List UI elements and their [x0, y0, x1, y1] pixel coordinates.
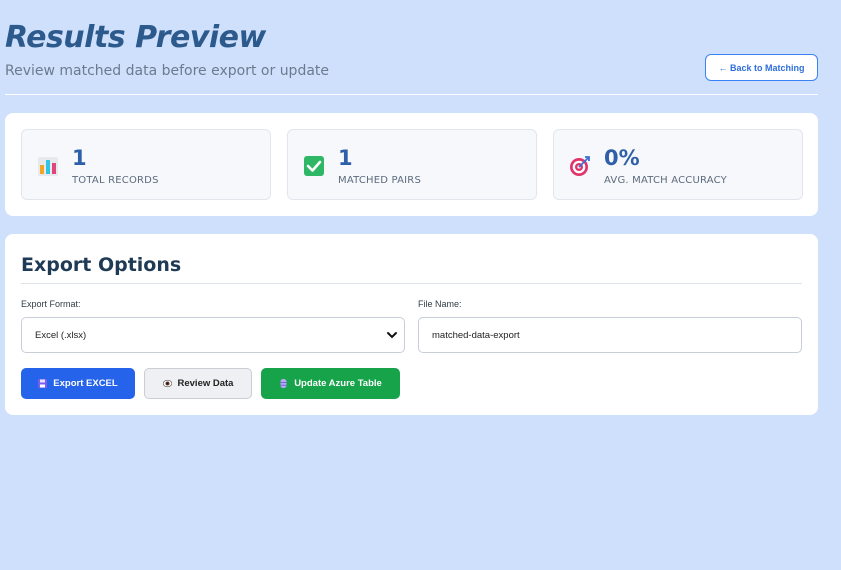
stat-label: MATCHED PAIRS — [338, 175, 421, 186]
stat-avg-match-accuracy: 0% AVG. MATCH ACCURACY — [553, 129, 803, 200]
stat-label: AVG. MATCH ACCURACY — [604, 175, 727, 186]
bar-chart-icon — [38, 157, 58, 176]
back-to-matching-button[interactable]: ← Back to Matching — [705, 54, 818, 81]
stat-value: 1 — [338, 146, 353, 170]
chevron-down-icon — [387, 332, 397, 339]
page-subtitle: Review matched data before export or upd… — [5, 63, 330, 79]
eye-icon — [162, 379, 172, 388]
update-azure-table-label: Update Azure Table — [294, 378, 382, 389]
export-format-select[interactable]: Excel (.xlsx) — [21, 317, 405, 353]
export-excel-button[interactable]: Export EXCEL — [21, 368, 135, 399]
review-data-label: Review Data — [177, 378, 234, 389]
page-title: Results Preview — [5, 20, 266, 55]
stat-value: 1 — [72, 146, 87, 170]
stat-total-records: 1 TOTAL RECORDS — [21, 129, 271, 200]
update-azure-table-button[interactable]: Update Azure Table — [261, 368, 400, 399]
stat-value: 0% — [604, 146, 640, 170]
check-box-icon — [304, 156, 324, 176]
review-data-button[interactable]: Review Data — [144, 368, 252, 399]
stat-matched-pairs: 1 MATCHED PAIRS — [287, 129, 537, 200]
stats-panel: 1 TOTAL RECORDS 1 MATCHED PAIRS 0% AVG. … — [5, 113, 818, 216]
file-name-value: matched-data-export — [432, 329, 520, 341]
header-divider — [5, 94, 818, 95]
stat-label: TOTAL RECORDS — [72, 175, 159, 186]
export-divider — [21, 283, 802, 284]
target-icon — [570, 156, 590, 176]
file-name-input[interactable]: matched-data-export — [418, 317, 802, 353]
export-options-panel: Export Options Export Format: Excel (.xl… — [5, 234, 818, 415]
export-format-value: Excel (.xlsx) — [35, 329, 87, 341]
floppy-disk-icon — [38, 379, 48, 388]
file-name-label: File Name: — [418, 299, 462, 309]
export-excel-label: Export EXCEL — [53, 378, 118, 389]
export-format-label: Export Format: — [21, 299, 81, 309]
export-options-title: Export Options — [21, 254, 182, 276]
database-icon — [280, 379, 287, 388]
